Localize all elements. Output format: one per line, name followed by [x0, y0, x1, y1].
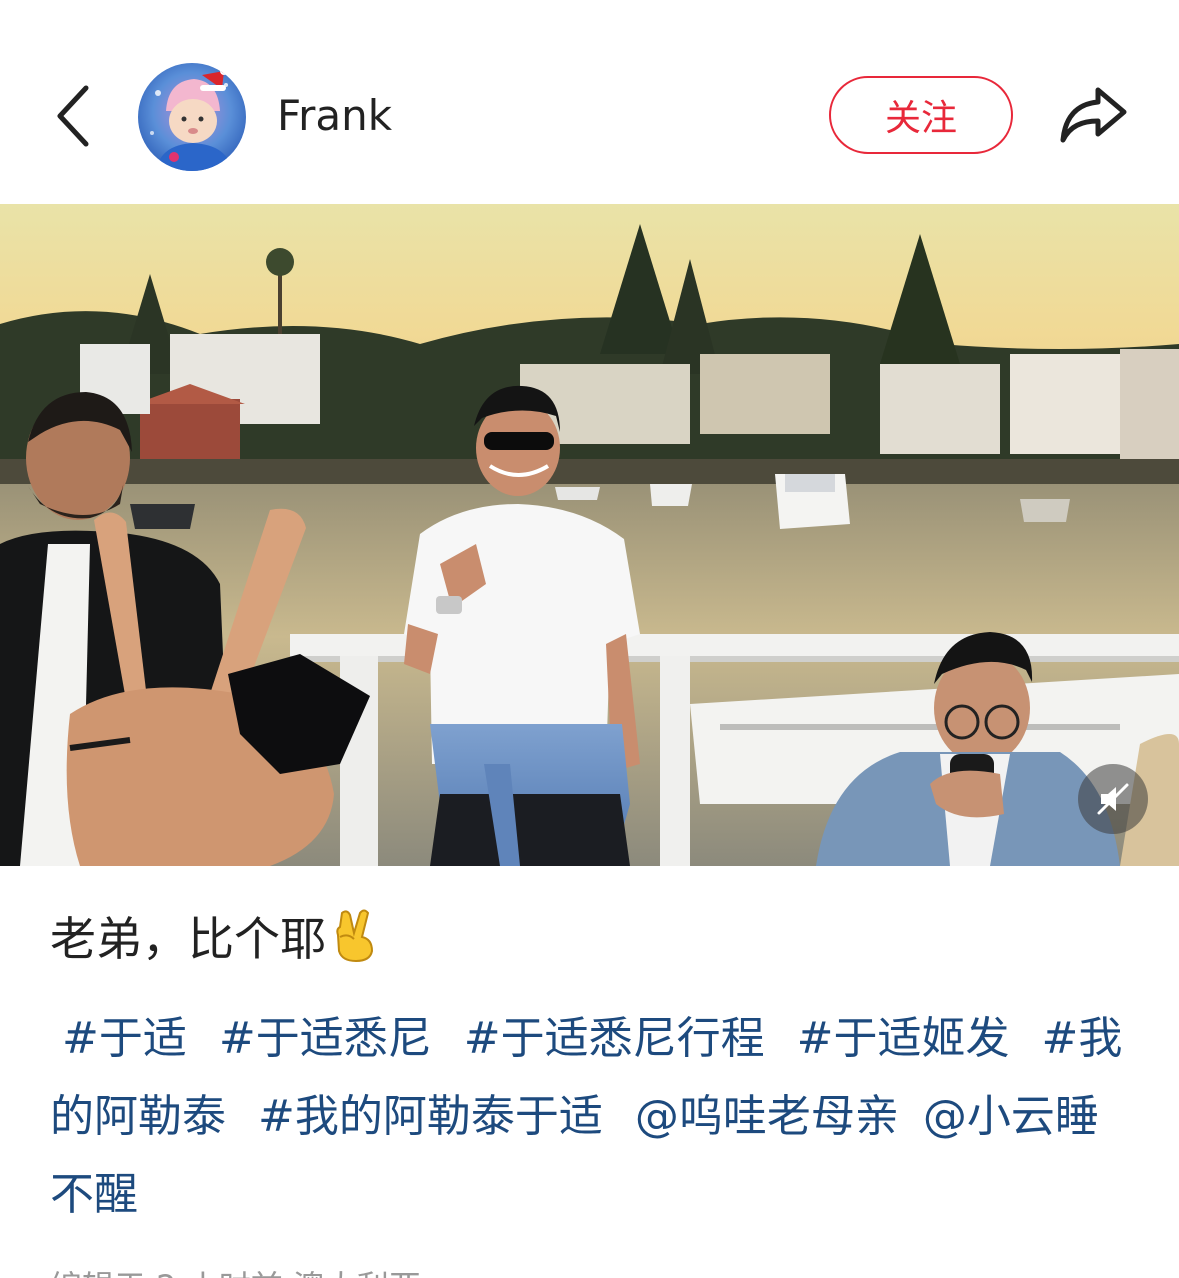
caption-text: 老弟，比个耶	[50, 912, 326, 966]
avatar[interactable]	[138, 63, 246, 171]
topic-link[interactable]: #于适悉尼行程	[464, 1013, 765, 1064]
post-meta: 编辑于 2 小时前 澳大利亚	[50, 1262, 421, 1278]
topic-link[interactable]: #于适	[62, 1013, 187, 1064]
mute-button[interactable]	[1078, 764, 1148, 834]
follow-button-label: 关注	[884, 98, 957, 139]
topic-link[interactable]: #我的阿勒泰于适	[258, 1091, 603, 1142]
share-arrow-icon	[1060, 87, 1127, 143]
post-header: Frank 关注	[0, 0, 1179, 204]
post-topics: #于适 #于适悉尼 #于适悉尼行程 #于适姬发 #我的阿勒泰 #我的阿勒泰于适 …	[50, 1000, 1140, 1234]
post-photo	[0, 204, 1179, 866]
post-media[interactable]	[0, 204, 1179, 866]
post-caption: 老弟，比个耶	[50, 906, 380, 980]
speaker-muted-icon	[1097, 783, 1129, 815]
victory-hand-icon	[330, 907, 380, 980]
back-button[interactable]	[44, 78, 104, 154]
mention-link[interactable]: @呜哇老母亲	[635, 1091, 899, 1142]
topic-link[interactable]: #于适姬发	[797, 1013, 1010, 1064]
post-detail-screen: Frank 关注 老弟，比个耶 #于适 #于适悉尼 #于适悉尼行程 #于适姬发 …	[0, 0, 1179, 1278]
follow-button[interactable]: 关注	[829, 76, 1013, 154]
chevron-left-icon	[57, 85, 89, 147]
username[interactable]: Frank	[277, 90, 392, 142]
share-button[interactable]	[1054, 80, 1132, 150]
topic-link[interactable]: #于适悉尼	[219, 1013, 432, 1064]
